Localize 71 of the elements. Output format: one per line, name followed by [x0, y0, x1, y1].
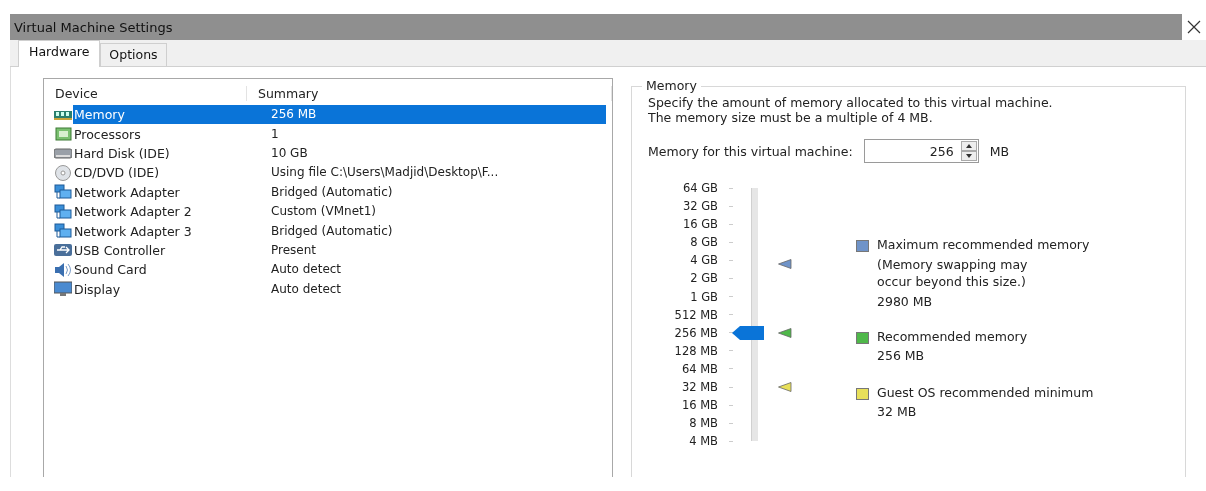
device-name: CD/DVD (IDE) [73, 165, 160, 181]
device-row[interactable]: Network Adapter Bridged (Automatic) [54, 182, 606, 202]
device-summary: Using file C:\Users\Madjid\Desktop\F... [270, 164, 500, 182]
device-row[interactable]: Network Adapter 3 Bridged (Automatic) [54, 221, 606, 241]
device-name: USB Controller [73, 242, 166, 258]
device-name: Network Adapter 3 [73, 223, 192, 239]
device-row[interactable]: USB Controller Present [54, 240, 606, 261]
device-summary: Present [270, 241, 318, 259]
network-monitors-icon [54, 203, 72, 220]
device-summary: 1 [270, 125, 280, 143]
legend-value: 2980 MB [877, 294, 934, 309]
device-row[interactable]: Sound Card Auto detect [54, 260, 606, 280]
scale-label: 256 MB [674, 324, 718, 342]
scale-label: 32 MB [681, 379, 718, 397]
tab[interactable]: Options [100, 43, 167, 66]
description-text: Specify the amount of memory allocated to this virtual machine. The memory size must be a multiple of 4 MB. [648, 95, 1053, 125]
speaker-icon [54, 261, 72, 278]
device-summary: Auto detect [270, 280, 343, 298]
device-summary: 10 GB [270, 144, 309, 162]
processor-chip-icon [54, 126, 72, 143]
device-summary: Bridged (Automatic) [270, 183, 394, 201]
device-row[interactable]: Hard Disk (IDE) 10 GB [54, 143, 606, 164]
scale-label: 16 GB [682, 216, 718, 234]
device-name: Processors [73, 126, 141, 142]
device-name: Network Adapter [73, 184, 180, 200]
device-row[interactable]: Processors 1 [54, 124, 606, 144]
column-header[interactable]: Device [44, 85, 247, 101]
scale-label: 64 MB [681, 360, 718, 378]
close-icon[interactable] [1187, 20, 1201, 34]
scale-label: 4 MB [689, 433, 718, 451]
disc-icon [54, 164, 72, 181]
unit-label: MB [989, 143, 1009, 159]
network-monitors-icon [54, 223, 72, 240]
network-monitors-icon [54, 184, 72, 201]
scale-label: 4 GB [690, 252, 718, 270]
scale-label: 8 MB [689, 415, 718, 433]
scale-label: 2 GB [690, 270, 718, 288]
legend-value: 256 MB [877, 348, 926, 363]
device-name: Display [73, 281, 121, 297]
scale-label: 32 GB [682, 198, 718, 216]
legend-value: 32 MB [877, 404, 918, 419]
scale-label: 512 MB [674, 306, 718, 324]
device-summary: Custom (VMnet1) [270, 203, 378, 221]
scale-label: 128 MB [674, 342, 718, 360]
legend-label: Recommended memory [877, 329, 1028, 344]
column-header[interactable]: Summary [247, 85, 612, 101]
tab[interactable]: Hardware [18, 40, 101, 67]
device-name: Sound Card [73, 262, 147, 278]
scale-label: 16 MB [681, 397, 718, 415]
device-name: Hard Disk (IDE) [73, 145, 170, 161]
legend-label: Maximum recommended memory [877, 237, 1090, 252]
device-summary: 256 MB [268, 105, 606, 125]
usb-icon [54, 242, 72, 259]
device-row[interactable]: Memory 256 MB [54, 105, 606, 125]
device-summary: Auto detect [270, 261, 343, 279]
device-row[interactable]: Network Adapter 2 Custom (VMnet1) [54, 201, 606, 222]
device-name: Network Adapter 2 [73, 204, 192, 220]
scale-label: 8 GB [690, 234, 718, 252]
legend-note: (Memory swapping may occur beyond this size.) [877, 256, 1029, 290]
scale-label: 64 GB [682, 180, 718, 197]
scale-label: 1 GB [690, 288, 718, 306]
device-name: Memory [73, 105, 268, 125]
device-row[interactable]: CD/DVD (IDE) Using file C:\Users\Madjid\Desktop\F... [54, 163, 606, 183]
field-label: Memory for this virtual machine: [648, 143, 853, 159]
window-title: Virtual Machine Settings [14, 19, 173, 35]
device-row[interactable]: Display Auto detect [54, 279, 606, 299]
group-title: Memory [642, 78, 701, 93]
legend-label: Guest OS recommended minimum [877, 385, 1094, 400]
slider-thumb[interactable] [732, 325, 764, 340]
monitor-icon [54, 281, 72, 298]
device-summary: Bridged (Automatic) [270, 222, 394, 240]
